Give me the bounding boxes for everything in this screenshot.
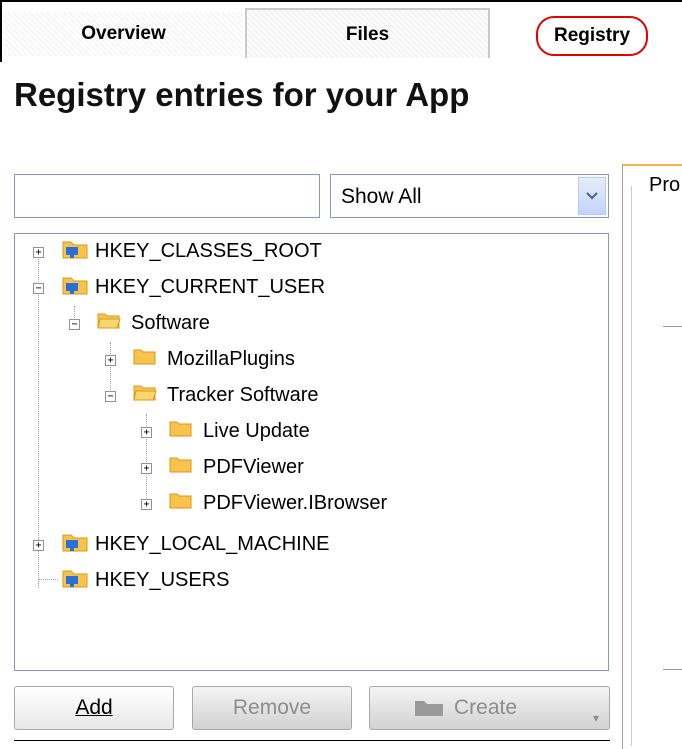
folder-open-icon <box>97 313 121 329</box>
tree-item[interactable]: − Tracker Software <box>15 378 608 414</box>
search-input[interactable] <box>14 174 320 218</box>
folder-icon <box>133 349 156 365</box>
tree-item-label: HKEY_CLASSES_ROOT <box>95 240 322 262</box>
tree-item[interactable]: + PDFViewer <box>15 450 608 486</box>
tree-item[interactable]: + PDFViewer.IBrowser <box>15 486 608 522</box>
tree-item-label: PDFViewer <box>203 456 304 478</box>
tree-item[interactable]: + HKEY_CLASSES_ROOT <box>15 234 608 270</box>
tab-registry-label: Registry <box>535 16 649 56</box>
tree-item[interactable]: + Live Update <box>15 414 608 450</box>
tab-registry[interactable]: Registry <box>497 12 682 56</box>
expand-icon[interactable]: + <box>141 499 152 510</box>
filter-select-value: Show All <box>341 185 422 208</box>
create-button[interactable]: Create ▾ <box>369 686 610 730</box>
tree-item-label: Software <box>131 312 210 334</box>
folder-open-icon <box>133 385 157 401</box>
tree-item[interactable]: − HKEY_CURRENT_USER <box>15 270 608 306</box>
tab-files-label: Files <box>345 24 390 45</box>
tab-files[interactable]: Files <box>245 8 490 58</box>
registry-tree[interactable]: + HKEY_CLASSES_ROOT − HKEY_CURRENT_USER … <box>14 233 609 671</box>
divider <box>14 740 610 741</box>
remove-button-label: Remove <box>232 696 312 719</box>
expand-icon[interactable]: + <box>141 427 152 438</box>
tree-item[interactable]: HKEY_USERS <box>15 563 608 599</box>
tree-item-label: HKEY_USERS <box>95 569 230 591</box>
properties-tab-label[interactable]: Pro <box>649 174 682 197</box>
create-button-label: Create <box>454 696 518 719</box>
tree-item-label: HKEY_LOCAL_MACHINE <box>95 533 330 555</box>
chevron-down-icon[interactable] <box>578 177 606 215</box>
add-button-label: Add <box>75 696 113 719</box>
tab-overview-label: Overview <box>81 23 166 44</box>
properties-panel: Pro <box>622 164 682 749</box>
panel-separator <box>663 669 682 670</box>
expand-icon[interactable]: + <box>33 540 44 551</box>
tree-item[interactable]: + HKEY_LOCAL_MACHINE <box>15 527 608 563</box>
folder-icon <box>415 701 443 716</box>
expand-icon[interactable]: + <box>105 355 116 366</box>
collapse-icon[interactable]: − <box>33 283 44 294</box>
folder-icon <box>169 457 192 473</box>
registry-hive-icon <box>62 277 88 295</box>
filter-select[interactable]: Show All <box>330 174 609 218</box>
folder-icon <box>169 493 192 509</box>
registry-hive-icon <box>62 241 88 259</box>
collapse-icon[interactable]: − <box>105 391 116 402</box>
page-title: Registry entries for your App <box>14 76 470 113</box>
tree-item-label: PDFViewer.IBrowser <box>203 492 388 514</box>
tree-item-label: Tracker Software <box>167 384 319 406</box>
registry-hive-icon <box>62 570 88 588</box>
remove-button[interactable]: Remove <box>192 686 352 730</box>
tab-bar: Overview Files Registry <box>0 0 682 62</box>
chevron-down-icon[interactable]: ▾ <box>593 697 599 739</box>
collapse-icon[interactable]: − <box>69 319 80 330</box>
tab-overview[interactable]: Overview <box>4 12 243 56</box>
tree-item[interactable]: + MozillaPlugins <box>15 342 608 378</box>
panel-divider <box>631 186 632 746</box>
registry-hive-icon <box>62 534 88 552</box>
panel-separator <box>663 326 682 327</box>
expand-icon[interactable]: + <box>33 247 44 258</box>
add-button[interactable]: Add <box>14 686 174 730</box>
tree-item-label: Live Update <box>203 420 310 442</box>
expand-icon[interactable]: + <box>141 463 152 474</box>
tree-item-label: HKEY_CURRENT_USER <box>95 276 326 298</box>
tree-item[interactable]: − Software <box>15 306 608 342</box>
tree-item-label: MozillaPlugins <box>167 348 295 370</box>
folder-icon <box>169 421 192 437</box>
